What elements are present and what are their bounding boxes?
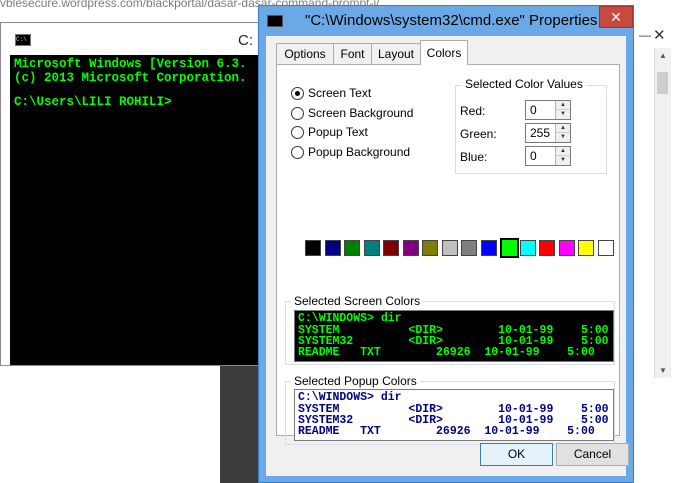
color-swatch[interactable] (402, 240, 419, 256)
dialog-title: "C:\Windows\system32\cmd.exe" Properties (305, 12, 598, 29)
console-line: (c) 2013 Microsoft Corporation. (14, 71, 247, 85)
radio-checked-icon[interactable] (291, 87, 304, 100)
preview-line: C:\WINDOWS> dir (298, 312, 402, 325)
spin-up-icon[interactable]: ▲ (556, 147, 570, 156)
color-swatch[interactable] (344, 240, 360, 256)
color-swatch[interactable] (480, 240, 497, 256)
radio-label: Screen Background (308, 106, 414, 120)
color-swatch[interactable] (441, 240, 458, 256)
color-swatch[interactable] (578, 240, 594, 256)
red-stepper[interactable]: 0 ▲ ▼ (525, 100, 571, 120)
preview-line: C:\WINDOWS> dir (298, 391, 402, 404)
radio-label: Screen Text (308, 86, 372, 100)
green-label: Green: (460, 127, 497, 141)
console-titlebar[interactable]: C:\ C: (1, 23, 261, 55)
color-swatch[interactable] (539, 240, 555, 256)
scrollbar-thumb[interactable] (657, 72, 668, 94)
spin-down-icon[interactable]: ▼ (556, 110, 570, 119)
preview-line: README TXT 26926 10-01-99 5:00 (298, 425, 595, 438)
background-window: — ✕ ▲ ▼ (633, 22, 681, 483)
close-icon[interactable]: ✕ (653, 26, 666, 44)
spin-up-icon[interactable]: ▲ (556, 101, 570, 110)
screen-colors-caption: Selected Screen Colors (291, 294, 424, 308)
blue-value[interactable]: 0 (530, 149, 537, 163)
scroll-up-icon[interactable]: ▲ (659, 51, 667, 60)
popup-colors-preview: C:\WINDOWS> dir SYSTEM <DIR> 10-01-99 5:… (294, 389, 614, 441)
color-swatch[interactable] (422, 240, 438, 256)
cancel-button[interactable]: Cancel (556, 443, 629, 466)
radio-unchecked-icon[interactable] (291, 146, 304, 159)
close-button[interactable]: ✕ (599, 6, 633, 28)
red-value[interactable]: 0 (530, 103, 537, 117)
tab-options[interactable]: Options (276, 43, 334, 64)
console-line: Microsoft Windows [Version 6.3. (14, 57, 247, 71)
green-value[interactable]: 255 (530, 126, 550, 140)
popup-colors-caption: Selected Popup Colors (291, 374, 420, 388)
color-swatch[interactable] (500, 238, 519, 258)
minimize-icon[interactable]: — (639, 28, 651, 42)
screen-colors-preview: C:\WINDOWS> dir SYSTEM <DIR> 10-01-99 5:… (294, 310, 614, 362)
scroll-down-icon[interactable]: ▼ (659, 366, 667, 375)
dialog-titlebar[interactable]: "C:\Windows\system32\cmd.exe" Properties… (259, 6, 633, 36)
blue-label: Blue: (460, 150, 488, 164)
color-palette (305, 238, 617, 260)
preview-line: README TXT 26926 10-01-99 5:00 (298, 346, 595, 359)
color-swatch[interactable] (324, 240, 341, 256)
ok-button[interactable]: OK (480, 443, 553, 466)
console-window: C:\ C: Microsoft Windows [Version 6.3. (… (0, 22, 262, 366)
color-swatch[interactable] (461, 240, 477, 256)
spin-down-icon[interactable]: ▼ (556, 133, 570, 142)
blue-stepper[interactable]: 0 ▲ ▼ (525, 146, 571, 166)
green-stepper[interactable]: 255 ▲ ▼ (525, 123, 571, 143)
console-app-icon: C:\ (15, 34, 31, 46)
console-body[interactable]: Microsoft Windows [Version 6.3. (c) 2013… (10, 55, 262, 365)
colors-tab-panel: Screen Text Screen Background Popup Text… (276, 64, 620, 445)
color-swatch[interactable] (383, 240, 399, 256)
spin-down-icon[interactable]: ▼ (556, 156, 570, 165)
color-swatch[interactable] (305, 240, 321, 256)
color-swatch[interactable] (558, 240, 575, 256)
red-label: Red: (460, 104, 486, 118)
console-app-icon (267, 15, 283, 27)
background-window-edge (220, 366, 261, 483)
color-swatch[interactable] (597, 240, 614, 256)
console-title: C: (238, 32, 253, 49)
properties-dialog: "C:\Windows\system32\cmd.exe" Properties… (258, 5, 634, 483)
color-values-caption: Selected Color Values (462, 77, 586, 91)
tab-colors[interactable]: Colors (420, 40, 468, 65)
spin-up-icon[interactable]: ▲ (556, 124, 570, 133)
console-prompt: C:\Users\LILI ROHILI> (14, 95, 172, 109)
color-swatch[interactable] (519, 240, 536, 256)
radio-unchecked-icon[interactable] (291, 126, 304, 139)
radio-label: Popup Text (308, 125, 368, 139)
radio-unchecked-icon[interactable] (291, 107, 304, 120)
tab-font[interactable]: Font (333, 43, 372, 64)
tab-layout[interactable]: Layout (371, 43, 421, 64)
vertical-scrollbar[interactable]: ▲ ▼ (654, 48, 671, 378)
radio-label: Popup Background (308, 145, 411, 159)
color-swatch[interactable] (363, 240, 380, 256)
dialog-client-area: Options Font Layout Colors Screen Text S… (266, 36, 629, 476)
